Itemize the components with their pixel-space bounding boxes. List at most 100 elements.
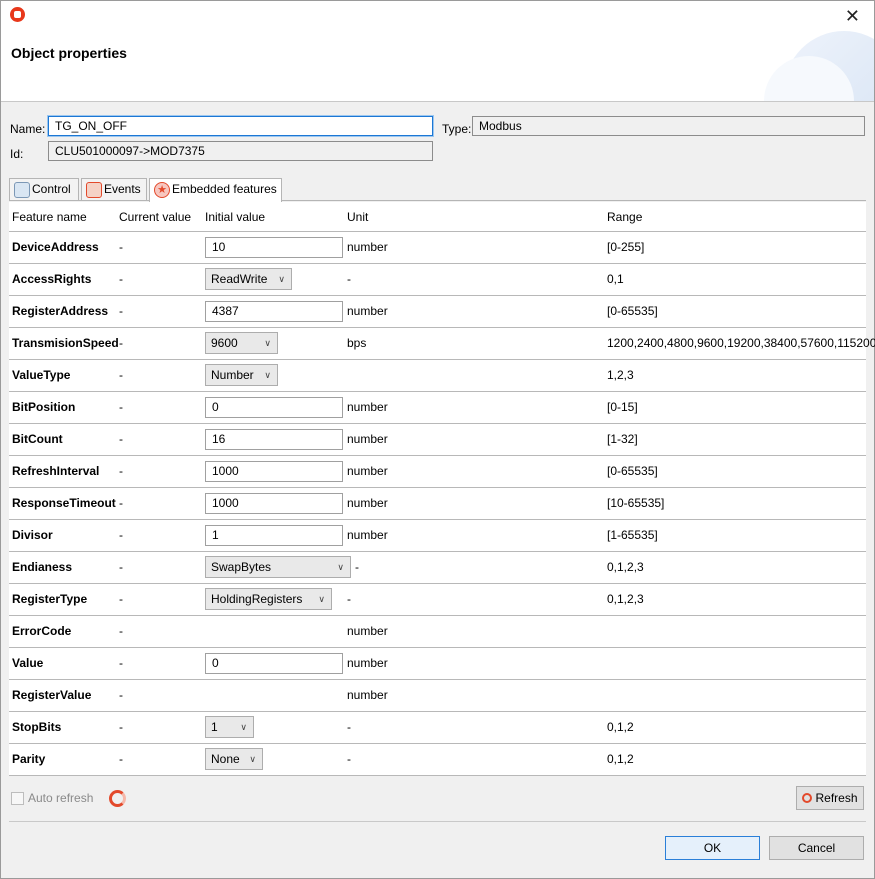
table-row: BitPosition - 0 number [0-15] [9, 392, 866, 424]
tab-control[interactable]: Control [9, 178, 79, 201]
feature-name: ResponseTimeout [12, 496, 116, 510]
table-row: Parity - None ∨ - 0,1,2 [9, 744, 866, 776]
type-field: Modbus [472, 116, 865, 136]
current-value: - [119, 624, 123, 638]
table-row: RegisterType - HoldingRegisters ∨ - 0,1,2,3 [9, 584, 866, 616]
header-unit: Unit [347, 210, 369, 224]
initial-value-dropdown[interactable]: Number ∨ [205, 364, 278, 386]
table-row: BitCount - 16 number [1-32] [9, 424, 866, 456]
range: 1200,2400,4800,9600,19200,38400,57600,11… [607, 336, 875, 350]
refresh-button[interactable]: Refresh [796, 786, 864, 810]
range: [1-32] [607, 432, 638, 446]
table-row: ErrorCode - number [9, 616, 866, 648]
control-icon [14, 182, 30, 198]
chevron-down-icon: ∨ [240, 722, 247, 732]
tab-events[interactable]: Events [81, 178, 147, 201]
initial-value-input[interactable]: 10 [205, 237, 343, 258]
chevron-down-icon: ∨ [278, 274, 285, 284]
initial-value-input[interactable]: 1 [205, 525, 343, 546]
header-current-value: Current value [119, 210, 192, 224]
feature-name: RegisterValue [12, 688, 92, 702]
feature-name: TransmisionSpeed [12, 336, 119, 350]
dropdown-value: ReadWrite [211, 272, 268, 286]
initial-value-dropdown[interactable]: ReadWrite ∨ [205, 268, 292, 290]
ok-button[interactable]: OK [665, 836, 760, 860]
type-label: Type: [442, 122, 472, 136]
app-icon [10, 7, 25, 22]
table-row: RefreshInterval - 1000 number [0-65535] [9, 456, 866, 488]
unit: number [347, 240, 388, 254]
star-icon: ★ [154, 182, 170, 198]
chevron-down-icon: ∨ [264, 370, 271, 380]
feature-name: BitPosition [12, 400, 76, 414]
dropdown-value: Number [211, 368, 254, 382]
unit: number [347, 432, 388, 446]
table-row: ResponseTimeout - 1000 number [10-65535] [9, 488, 866, 520]
id-label: Id: [10, 147, 24, 161]
initial-value-dropdown[interactable]: None ∨ [205, 748, 263, 770]
table-row: DeviceAddress - 10 number [0-255] [9, 232, 866, 264]
current-value: - [119, 560, 123, 574]
dropdown-value: 9600 [211, 336, 238, 350]
range: [0-15] [607, 400, 638, 414]
unit: - [347, 752, 351, 766]
header-range: Range [607, 210, 643, 224]
unit: number [347, 400, 388, 414]
current-value: - [119, 272, 123, 286]
range: [1-65535] [607, 528, 658, 542]
initial-value-dropdown[interactable]: 1 ∨ [205, 716, 254, 738]
initial-value-dropdown[interactable]: HoldingRegisters ∨ [205, 588, 332, 610]
unit: number [347, 688, 388, 702]
range: [10-65535] [607, 496, 665, 510]
current-value: - [119, 336, 123, 350]
range: [0-65535] [607, 304, 658, 318]
initial-value-dropdown[interactable]: SwapBytes ∨ [205, 556, 351, 578]
auto-refresh-label: Auto refresh [28, 791, 94, 805]
table-row: StopBits -1 ∨ -0,1,2 [9, 712, 866, 744]
initial-value-input[interactable]: 1000 [205, 493, 343, 514]
object-properties-dialog: ✕ Object properties Name: TG_ON_OFF Type… [0, 0, 875, 879]
dropdown-value: 1 [211, 720, 218, 734]
table-row: Endianess - SwapBytes ∨ - 0,1,2,3 [9, 552, 866, 584]
refresh-button-label: Refresh [815, 791, 858, 805]
tab-events-label: Events [104, 182, 141, 196]
table-row: TransmisionSpeed - 9600 ∨ bps 1200,2400,4800,… [9, 328, 875, 360]
unit: number [347, 528, 388, 542]
table-header: Feature name Current value Initial value… [9, 202, 866, 232]
range: 1,2,3 [607, 368, 634, 382]
current-value: - [119, 496, 123, 510]
tab-embedded-features[interactable]: ★ Embedded features [149, 178, 282, 202]
current-value: - [119, 720, 123, 734]
initial-value-input[interactable]: 16 [205, 429, 343, 450]
initial-value-input[interactable]: 0 [205, 397, 343, 418]
current-value: - [119, 688, 123, 702]
name-field[interactable]: TG_ON_OFF [48, 116, 433, 136]
feature-name: Parity [12, 752, 46, 766]
refresh-icon [109, 790, 126, 807]
current-value: - [119, 240, 123, 254]
current-value: - [119, 592, 123, 606]
cancel-button[interactable]: Cancel [769, 836, 864, 860]
features-table: Feature name Current value Initial value… [9, 202, 875, 776]
feature-name: BitCount [12, 432, 63, 446]
unit: number [347, 624, 388, 638]
chevron-down-icon: ∨ [318, 594, 325, 604]
close-button[interactable]: ✕ [845, 7, 860, 25]
dropdown-value: None [211, 752, 240, 766]
events-icon [86, 182, 102, 198]
range: 0,1,2,3 [607, 560, 644, 574]
range: 0,1,2,3 [607, 592, 644, 606]
footer-separator [9, 821, 866, 822]
initial-value-dropdown[interactable]: 9600 ∨ [205, 332, 278, 354]
initial-value-input[interactable]: 4387 [205, 301, 343, 322]
current-value: - [119, 304, 123, 318]
unit: bps [347, 336, 367, 350]
unit: - [355, 560, 359, 574]
auto-refresh-checkbox[interactable] [11, 792, 24, 805]
refresh-button-icon [802, 793, 813, 803]
initial-value-input[interactable]: 1000 [205, 461, 343, 482]
current-value: - [119, 368, 123, 382]
initial-value-input[interactable]: 0 [205, 653, 343, 674]
dropdown-value: SwapBytes [211, 560, 272, 574]
feature-name: Value [12, 656, 44, 670]
